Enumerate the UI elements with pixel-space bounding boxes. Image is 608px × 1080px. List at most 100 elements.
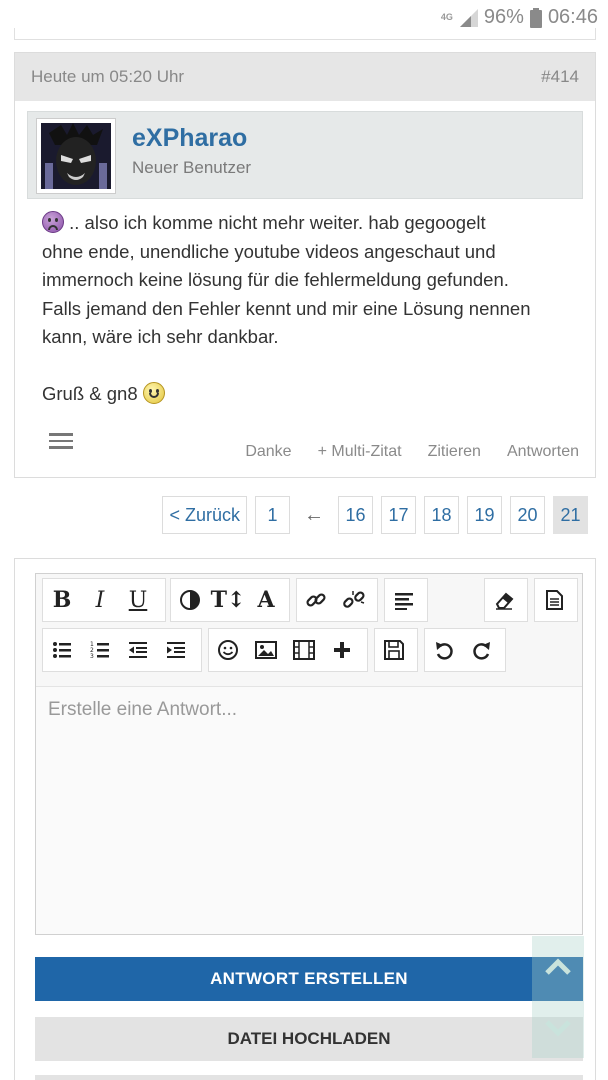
scroll-bottom-button[interactable]	[532, 997, 584, 1058]
outdent-button[interactable]	[119, 629, 157, 671]
remove-format-button[interactable]	[485, 579, 523, 621]
page-link-current[interactable]: 21	[553, 496, 588, 534]
bullet-list-icon	[53, 642, 71, 658]
page-link[interactable]: 20	[510, 496, 545, 534]
indent-button[interactable]	[157, 629, 195, 671]
page-jump-arrow[interactable]: ←	[298, 496, 330, 534]
redo-icon	[473, 642, 490, 660]
network-type: 4G	[440, 12, 453, 22]
align-icon	[395, 593, 413, 610]
pagination: < Zurück 1 ← 16 17 18 19 20 21	[162, 496, 588, 534]
post-body: .. also ich komme nicht mehr weiter. hab…	[42, 209, 562, 409]
reply-textarea[interactable]: Erstelle eine Antwort...	[36, 686, 582, 934]
page-link-first[interactable]: 1	[255, 496, 290, 534]
bold-button[interactable]: B	[43, 579, 81, 621]
editor-toolbar: B I U T↕ A 1 2 3	[36, 574, 582, 684]
sad-emoji-icon	[42, 211, 64, 233]
insert-group	[208, 628, 368, 672]
user-info: eXPharao Neuer Benutzer	[27, 111, 583, 199]
more-options-button-edge[interactable]	[35, 1075, 583, 1080]
post-timestamp: Heute um 05:20 Uhr	[31, 67, 185, 86]
post-line-blank	[42, 352, 562, 381]
chevron-down-icon	[545, 1019, 571, 1037]
align-button[interactable]	[385, 579, 423, 621]
align-group	[384, 578, 428, 622]
post-line: kann, wäre ich sehr dankbar.	[42, 326, 279, 347]
redo-button[interactable]	[463, 629, 501, 671]
underline-button[interactable]: U	[119, 579, 157, 621]
numbered-list-icon: 123	[90, 641, 109, 660]
page-link[interactable]: 19	[467, 496, 502, 534]
post-line: .. also ich komme nicht mehr weiter. hab…	[42, 209, 562, 238]
link-group	[296, 578, 378, 622]
upload-file-button[interactable]: DATEI HOCHLADEN	[35, 1017, 583, 1061]
list-group: 123	[42, 628, 202, 672]
save-group	[374, 628, 418, 672]
image-button[interactable]	[247, 629, 285, 671]
post-author[interactable]: eXPharao	[132, 124, 247, 153]
italic-button[interactable]: I	[81, 579, 119, 621]
chevron-up-icon	[545, 957, 571, 975]
link-button[interactable]	[297, 579, 335, 621]
battery-icon	[529, 7, 542, 28]
color-button[interactable]	[171, 579, 209, 621]
author-title: Neuer Benutzer	[132, 158, 252, 177]
numbered-list-button[interactable]: 123	[81, 629, 119, 671]
thanks-link[interactable]: Danke	[245, 443, 291, 461]
smile-emoji-icon	[142, 382, 165, 404]
font-size-button[interactable]: T↕	[209, 579, 247, 621]
contrast-icon	[180, 590, 200, 610]
page-link[interactable]: 18	[424, 496, 459, 534]
scroll-controls	[532, 936, 584, 1058]
post-line: immernoch keine lösung für die fehlermel…	[42, 269, 509, 290]
source-button[interactable]	[535, 579, 573, 621]
previous-post-edge	[14, 28, 596, 40]
smiley-button[interactable]	[209, 629, 247, 671]
indent-icon	[167, 642, 185, 658]
outdent-icon	[129, 642, 147, 658]
post-signoff: Gruß & gn8	[42, 380, 562, 409]
status-bar-right: 4G 96% 06:46	[440, 6, 598, 29]
prev-page-button[interactable]: < Zurück	[162, 496, 247, 534]
style-group: T↕ A	[170, 578, 290, 622]
reply-form: B I U T↕ A 1 2 3 Erstelle eine Antwort..…	[14, 558, 596, 1080]
clock: 06:46	[547, 6, 598, 28]
source-icon	[546, 590, 563, 610]
page-link[interactable]: 17	[381, 496, 416, 534]
smiley-icon	[218, 640, 238, 660]
post-line: Falls jemand den Fehler kennt und mir ei…	[42, 297, 531, 319]
submit-reply-button[interactable]: ANTWORT ERSTELLEN	[35, 957, 583, 1001]
multiquote-link[interactable]: + Multi-Zitat	[318, 443, 402, 461]
unlink-icon	[343, 591, 365, 608]
post-header: Heute um 05:20 Uhr #414	[15, 53, 595, 101]
link-icon	[306, 593, 326, 607]
save-draft-button[interactable]	[375, 629, 413, 671]
font-button[interactable]: A	[247, 579, 285, 621]
page-link[interactable]: 16	[338, 496, 373, 534]
eraser-icon	[495, 592, 514, 610]
history-group	[424, 628, 506, 672]
undo-button[interactable]	[425, 629, 463, 671]
unlink-button[interactable]	[335, 579, 373, 621]
forum-post: Heute um 05:20 Uhr #414 eXPharao Neuer B…	[14, 52, 596, 478]
image-icon	[255, 641, 277, 659]
avatar[interactable]	[36, 118, 116, 194]
save-icon	[384, 640, 404, 660]
insert-more-button[interactable]	[323, 629, 361, 671]
source-group	[534, 578, 578, 622]
rich-text-editor: B I U T↕ A 1 2 3 Erstelle eine Antwort..…	[35, 573, 583, 935]
signal-icon	[459, 8, 478, 27]
scroll-top-button[interactable]	[532, 936, 584, 997]
reply-link[interactable]: Antworten	[507, 443, 579, 461]
clear-group	[484, 578, 528, 622]
bullet-list-button[interactable]	[43, 629, 81, 671]
menu-icon[interactable]	[49, 433, 73, 449]
video-icon	[293, 640, 315, 660]
undo-icon	[436, 642, 453, 660]
plus-icon	[334, 642, 350, 658]
quote-link[interactable]: Zitieren	[428, 443, 481, 461]
video-button[interactable]	[285, 629, 323, 671]
post-number[interactable]: #414	[541, 67, 579, 87]
svg-text:3: 3	[90, 653, 94, 660]
post-line: ohne ende, unendliche youtube videos ang…	[42, 240, 496, 262]
